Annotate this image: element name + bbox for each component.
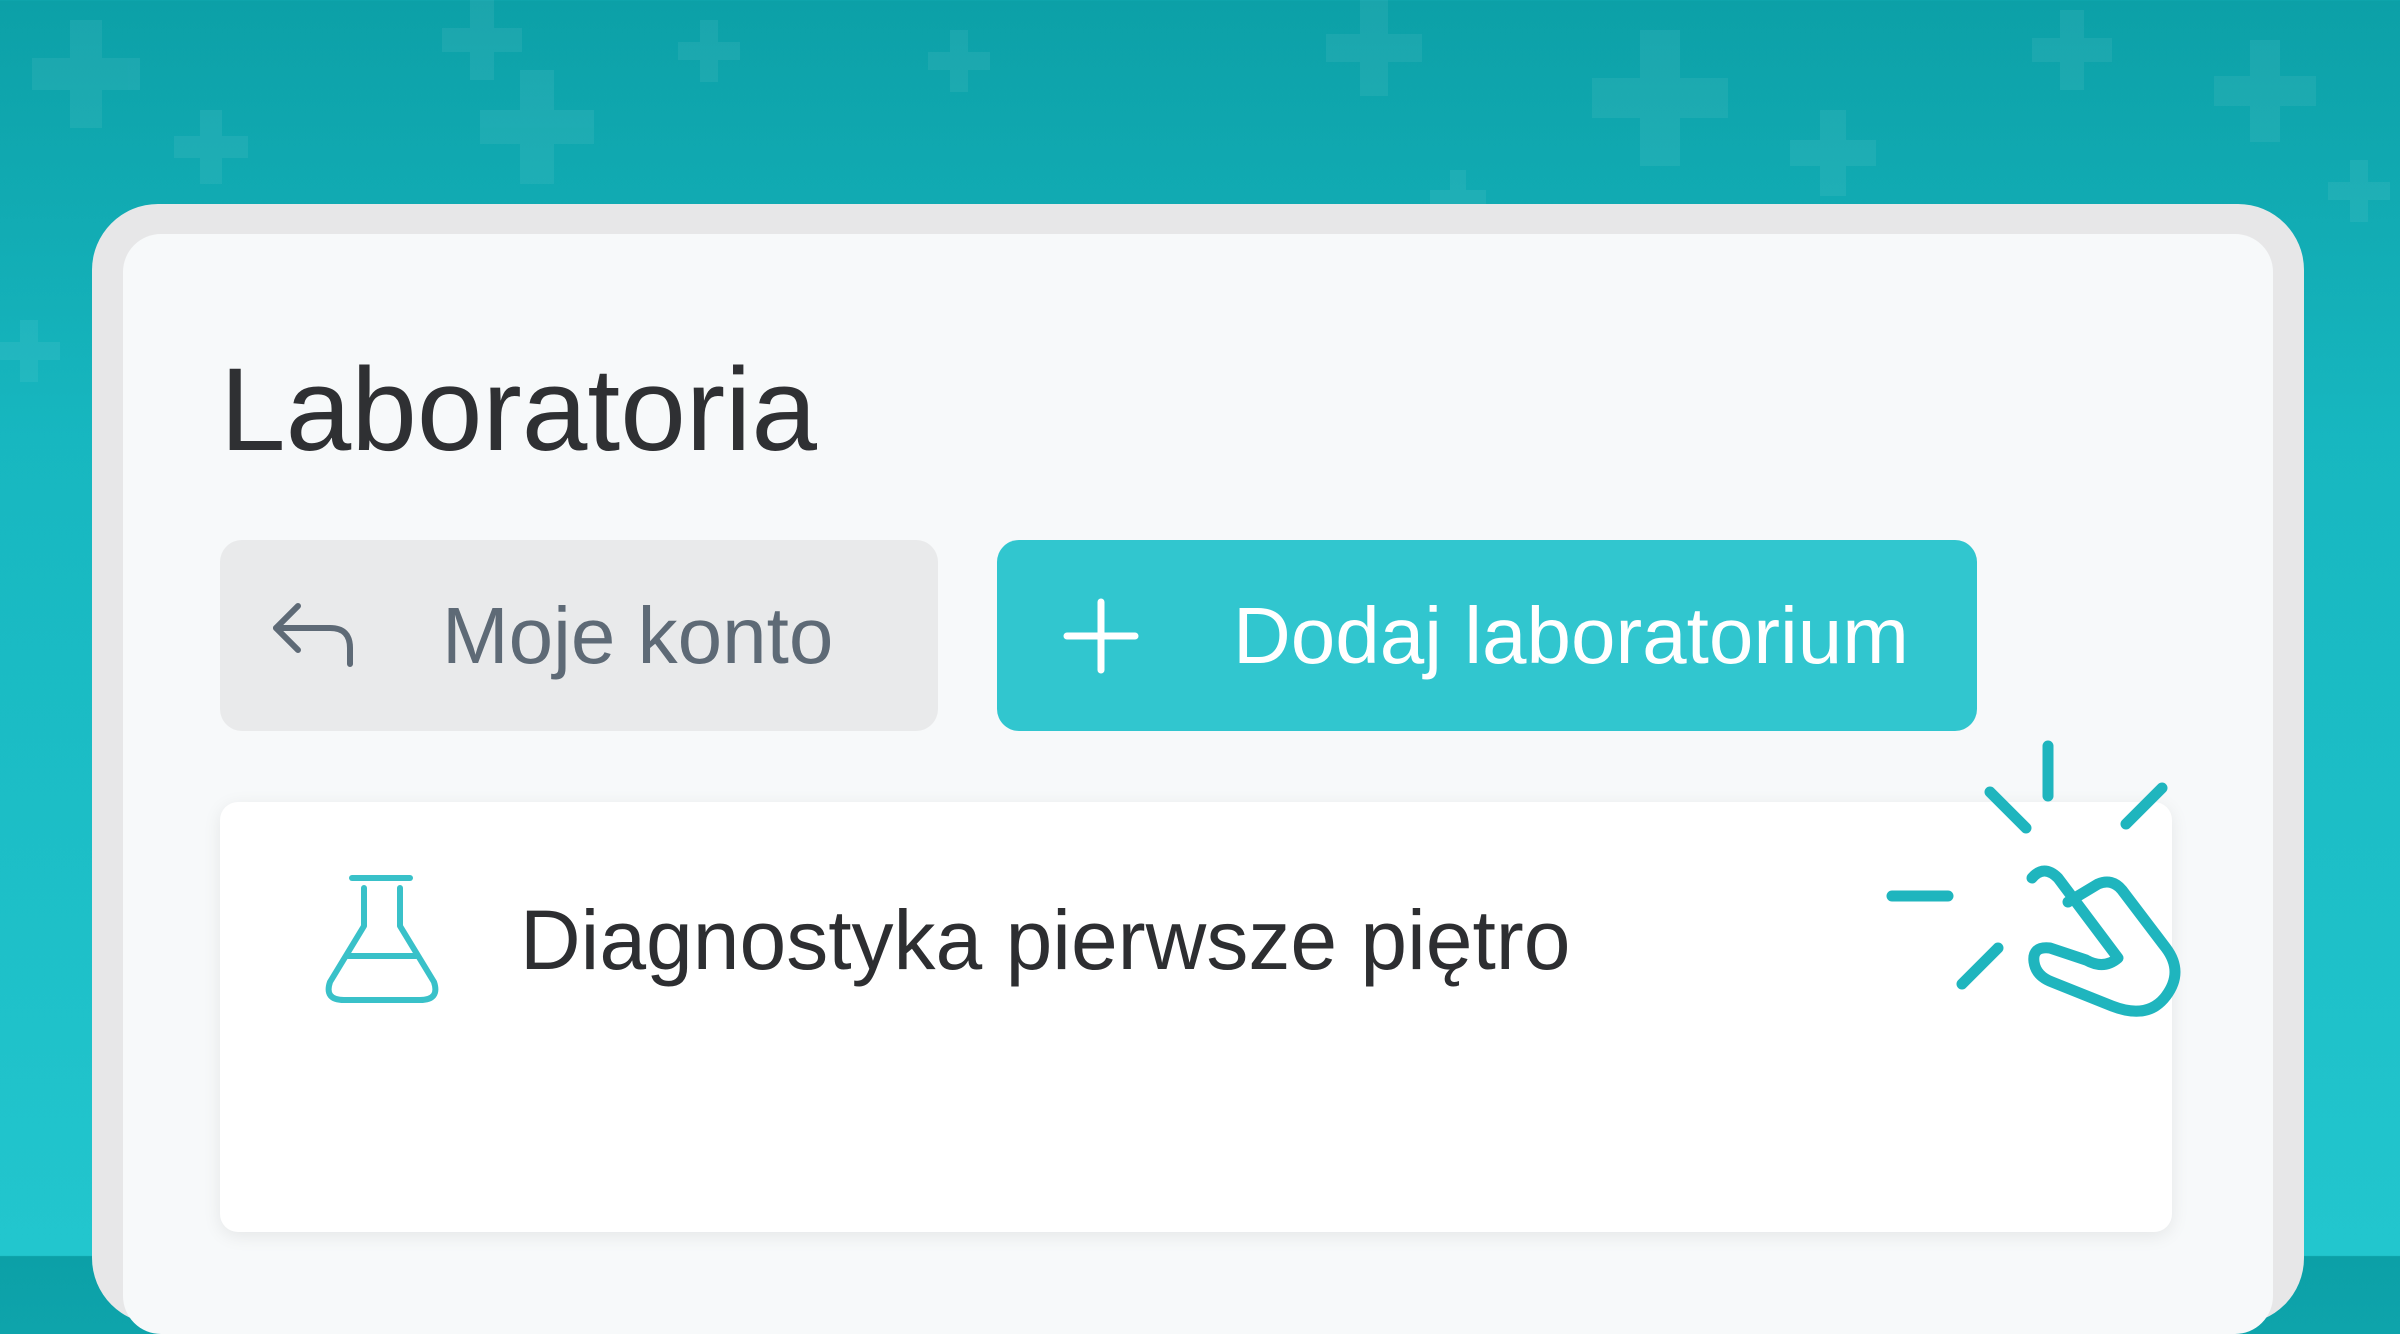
my-account-button[interactable]: Moje konto — [220, 540, 938, 731]
hand-tap-icon — [1886, 740, 2181, 1017]
my-account-label: Moje konto — [442, 590, 834, 680]
page-title: Laboratoria — [220, 344, 817, 476]
plus-icon — [1063, 598, 1139, 673]
flask-icon — [325, 875, 439, 1003]
add-laboratory-label: Dodaj laboratorium — [1233, 590, 1909, 680]
laboratory-name: Diagnostyka pierwsze piętro — [520, 893, 1571, 987]
reply-arrow-icon — [273, 602, 353, 667]
add-laboratory-button[interactable]: Dodaj laboratorium — [997, 540, 1977, 731]
